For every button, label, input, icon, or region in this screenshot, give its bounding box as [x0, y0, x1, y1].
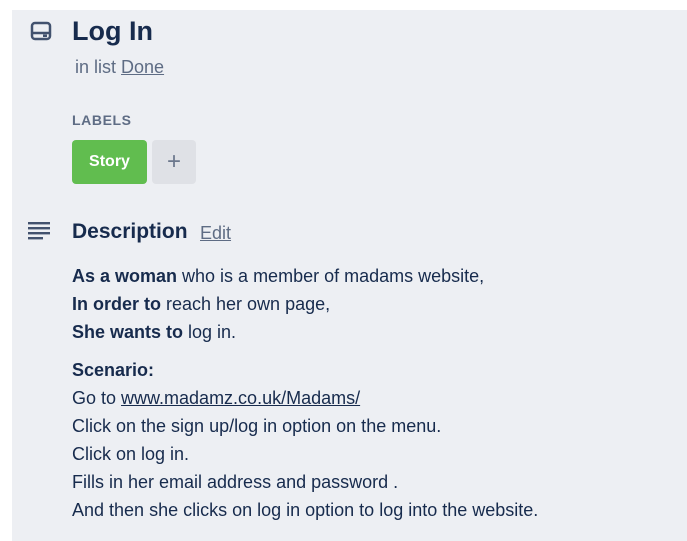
list-link[interactable]: Done: [121, 57, 164, 77]
labels-heading: LABELS: [72, 112, 132, 128]
description-heading: Description: [72, 220, 188, 243]
goto-prefix: Go to: [72, 388, 122, 408]
plus-icon: +: [166, 148, 181, 175]
scenario-goto-line: Go to www.madamz.co.uk/Madams/: [72, 386, 360, 410]
scenario-step: Click on log in.: [72, 444, 190, 464]
scenario-step: Click on the sign up/log in option on th…: [72, 416, 442, 436]
story-line-text: who is a member of madams website,: [177, 266, 485, 286]
scenario-step: Fills in her email address and password …: [72, 472, 399, 492]
story-line-bold: As a woman: [72, 266, 178, 286]
scenario-step: And then she clicks on log in option to …: [72, 500, 539, 520]
card-title[interactable]: Log In: [72, 13, 153, 49]
story-line-text: reach her own page,: [161, 294, 331, 314]
story-line: She wants to log in.: [72, 320, 236, 344]
label-story[interactable]: Story: [72, 140, 147, 184]
list-prefix: in list: [75, 57, 117, 77]
card-icon: [30, 20, 52, 42]
story-line-text: log in.: [183, 322, 237, 342]
description-edit-link[interactable]: Edit: [200, 221, 231, 245]
description-icon: [28, 222, 50, 240]
story-line: As a woman who is a member of madams web…: [72, 264, 484, 288]
list-info: in list Done: [75, 55, 164, 79]
story-line-bold: She wants to: [72, 322, 184, 342]
story-line: In order to reach her own page,: [72, 292, 330, 316]
add-label-button[interactable]: +: [152, 140, 196, 184]
website-link[interactable]: www.madamz.co.uk/Madams/: [121, 388, 360, 408]
story-line-bold: In order to: [72, 294, 161, 314]
scenario-heading: Scenario:: [72, 360, 155, 380]
